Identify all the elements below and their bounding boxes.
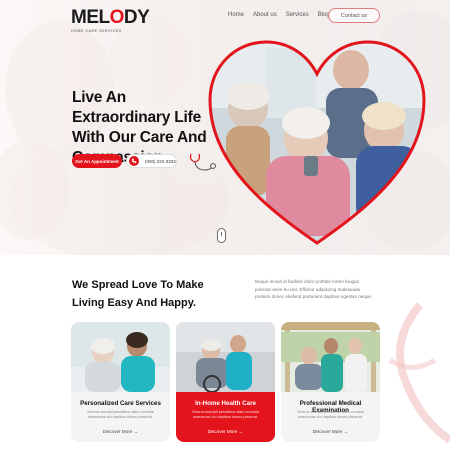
card-title: In-Home Health Care — [195, 400, 256, 407]
decorative-ribbon — [388, 302, 450, 444]
service-card-personalized-care[interactable]: Personalized Care Services Viverra susci… — [71, 322, 170, 442]
card-title: Personalized Care Services — [80, 400, 161, 407]
phone-number: (000) 222-3333 — [145, 158, 176, 164]
card-image — [71, 322, 170, 392]
brand-tagline: HOME CARE SERVICES — [71, 29, 122, 33]
service-card-in-home-care[interactable]: In-Home Health Care Viverra suscipit pen… — [176, 322, 275, 442]
phone-contact[interactable]: (000) 222-3333 — [126, 154, 177, 168]
brand-logo[interactable]: MELODY HOME CARE SERVICES — [71, 7, 150, 34]
contact-button[interactable]: Contact us — [328, 8, 380, 23]
intro-title: We Spread Love To Make Living Easy And H… — [72, 279, 204, 309]
nav-item-services[interactable]: Services — [286, 12, 309, 18]
hero-heart-photo — [208, 40, 426, 245]
card-text: Viverra suscipit penatibus diam conubia … — [297, 410, 364, 419]
appointment-button[interactable]: Get An Appointment — [72, 154, 122, 168]
service-card-medical-examination[interactable]: Professional Medical Examination Viverra… — [281, 322, 380, 442]
discover-more-link[interactable]: Discover More → — [176, 429, 275, 434]
arrow-right-icon: → — [238, 429, 244, 434]
discover-more-link[interactable]: Discover More → — [281, 429, 380, 434]
scroll-down-indicator[interactable] — [217, 228, 226, 243]
brand-name: MELODY — [71, 7, 150, 28]
main-nav: Home About us Services Blog — [228, 12, 339, 18]
nav-item-about[interactable]: About us — [253, 12, 277, 18]
card-text: Viverra suscipit penatibus diam conubia … — [192, 410, 259, 419]
intro-description: Neque lectus id facilisis dolor porttito… — [255, 279, 373, 299]
card-image — [281, 322, 380, 392]
card-text: Viverra suscipit penatibus diam conubia … — [87, 410, 154, 419]
arrow-right-icon: → — [133, 429, 139, 434]
arrow-right-icon: → — [343, 429, 349, 434]
card-image — [176, 322, 275, 392]
discover-more-link[interactable]: Discover More → — [71, 429, 170, 434]
phone-icon — [129, 156, 139, 166]
nav-item-home[interactable]: Home — [228, 12, 244, 18]
